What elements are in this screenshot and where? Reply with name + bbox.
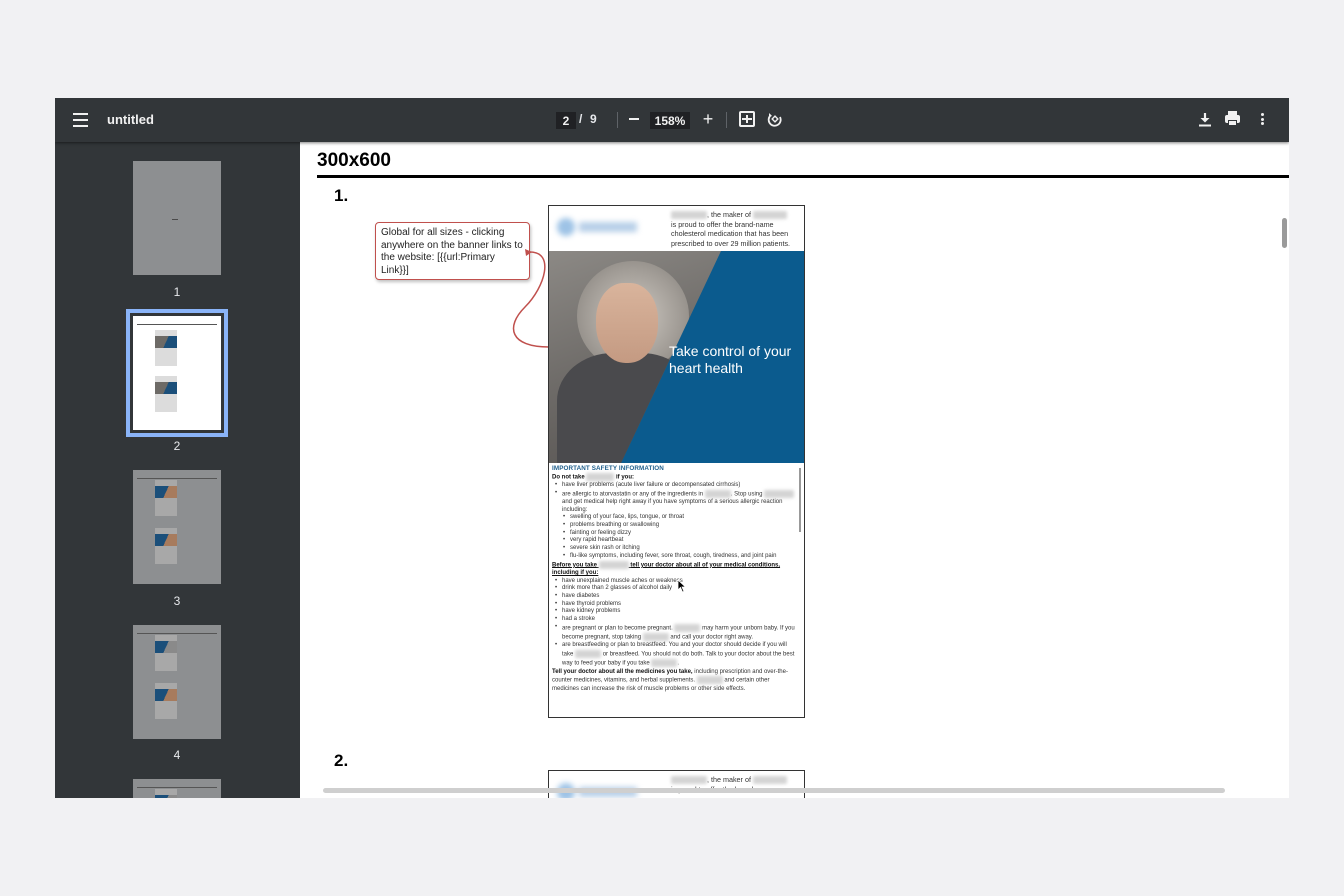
thumbnail-page-5[interactable] <box>133 779 221 798</box>
download-icon[interactable] <box>1196 110 1214 128</box>
banner-intro-text: , the maker of is proud to offer the bra… <box>671 210 803 248</box>
isi-sub-item: very rapid heartbeat <box>552 537 795 545</box>
thumbnail-banner <box>155 635 177 671</box>
isi-sub-item: severe skin rash or itching <box>552 545 795 553</box>
redacted-text <box>671 211 707 220</box>
zoom-level-input[interactable]: 158% <box>650 112 690 129</box>
pdf-viewer-window: untitled 2 / 9 158% + ▬▬ 1 2 3 4 300x600… <box>55 98 1289 798</box>
thumbnail-page-1[interactable]: ▬▬ <box>133 161 221 275</box>
isi-subheading: Before you take tell your doctor about a… <box>552 560 781 576</box>
isi-sub-item: problems breathing or swallowing <box>552 522 795 530</box>
thumbnail-banner <box>155 789 177 798</box>
isi-list-item: have unexplained muscle aches or weaknes… <box>552 578 795 586</box>
more-options-icon[interactable] <box>1255 110 1269 128</box>
mouse-cursor-icon <box>677 579 687 598</box>
thumbnail-text: ▬▬ <box>172 217 178 221</box>
thumbnail-page-4[interactable] <box>133 625 221 739</box>
thumbnail-rule <box>137 478 217 479</box>
toolbar-divider <box>726 112 727 128</box>
thumbnail-banner <box>155 683 177 719</box>
intro-text-part: is proud to offer the brand-name cholest… <box>671 219 791 248</box>
intro-text-part: , the maker of <box>707 210 751 219</box>
isi-paragraph: Tell your doctor about all the medicines… <box>552 668 788 692</box>
banner-ad[interactable]: , the maker of is proud to offer the bra… <box>548 205 805 718</box>
thumbnail-banner <box>155 480 177 516</box>
safety-information-panel[interactable]: IMPORTANT SAFETY INFORMATION Do not take… <box>552 465 795 717</box>
isi-list-item: have thyroid problems <box>552 601 795 609</box>
toolbar-divider <box>617 112 618 128</box>
thumbnail-label: 3 <box>173 594 181 608</box>
thumbnail-rule <box>137 324 217 325</box>
isi-list-item: have liver problems (acute liver failure… <box>552 482 795 490</box>
isi-list-item: have diabetes <box>552 593 795 601</box>
brand-logo <box>557 216 639 238</box>
isi-list-item: have kidney problems <box>552 608 795 616</box>
rotate-icon[interactable] <box>766 110 784 128</box>
document-viewport[interactable]: 300x600 1. Global for all sizes - clicki… <box>300 142 1289 798</box>
isi-sub-item: swelling of your face, lips, tongue, or … <box>552 514 795 522</box>
thumbnail-banner <box>155 330 177 366</box>
thumbnail-page-2[interactable] <box>126 309 228 437</box>
isi-sub-item: fainting or feeling dizzy <box>552 530 795 538</box>
isi-list-item: drink more than 2 glasses of alcohol dai… <box>552 585 795 593</box>
isi-subheading: Do not take if you: <box>552 472 635 481</box>
zoom-in-button[interactable]: + <box>699 109 717 129</box>
total-pages: 9 <box>590 112 597 126</box>
banner-hero: Take control of your heart health <box>549 251 804 463</box>
document-title: untitled <box>107 112 154 127</box>
horizontal-scrollbar[interactable] <box>323 788 1225 793</box>
isi-scrollbar[interactable] <box>799 468 801 532</box>
menu-icon[interactable] <box>69 110 91 130</box>
thumbnail-banner <box>155 528 177 564</box>
page-heading: 300x600 <box>317 150 391 171</box>
fit-to-page-icon[interactable] <box>739 111 755 127</box>
vertical-scrollbar[interactable] <box>1282 218 1287 248</box>
redacted-text <box>752 211 787 220</box>
toolbar: untitled 2 / 9 158% + <box>55 98 1289 142</box>
isi-list-item: are pregnant or plan to become pregnant.… <box>552 623 795 643</box>
banner-ad[interactable]: , the maker of is proud to offer the bra… <box>548 770 805 798</box>
page-number-input[interactable]: 2 <box>556 112 576 129</box>
item-number: 2. <box>334 751 349 770</box>
isi-list-item: had a stroke <box>552 616 795 624</box>
item-number: 1. <box>334 186 349 205</box>
thumbnail-page-3[interactable] <box>133 470 221 584</box>
isi-sub-item: flu-like symptoms, including fever, sore… <box>552 553 795 561</box>
thumbnail-rule <box>137 633 217 634</box>
thumbnail-label: 1 <box>173 285 181 299</box>
isi-list-item: are breastfeeding or plan to breastfeed.… <box>552 642 795 668</box>
page-separator: / <box>579 112 583 126</box>
thumbnail-label: 2 <box>173 439 181 453</box>
thumbnail-label: 4 <box>173 748 181 762</box>
thumbnail-banner <box>155 376 177 412</box>
zoom-out-button[interactable] <box>626 109 642 129</box>
isi-list-item: are allergic to atorvastatin or any of t… <box>552 489 795 515</box>
thumbnail-rule <box>137 787 217 788</box>
heading-rule <box>317 175 1289 178</box>
print-icon[interactable] <box>1224 110 1242 128</box>
isi-title: IMPORTANT SAFETY INFORMATION <box>552 465 664 472</box>
thumbnail-sidebar: ▬▬ 1 2 3 4 <box>55 142 300 798</box>
hero-headline: Take control of your heart health <box>669 343 792 376</box>
